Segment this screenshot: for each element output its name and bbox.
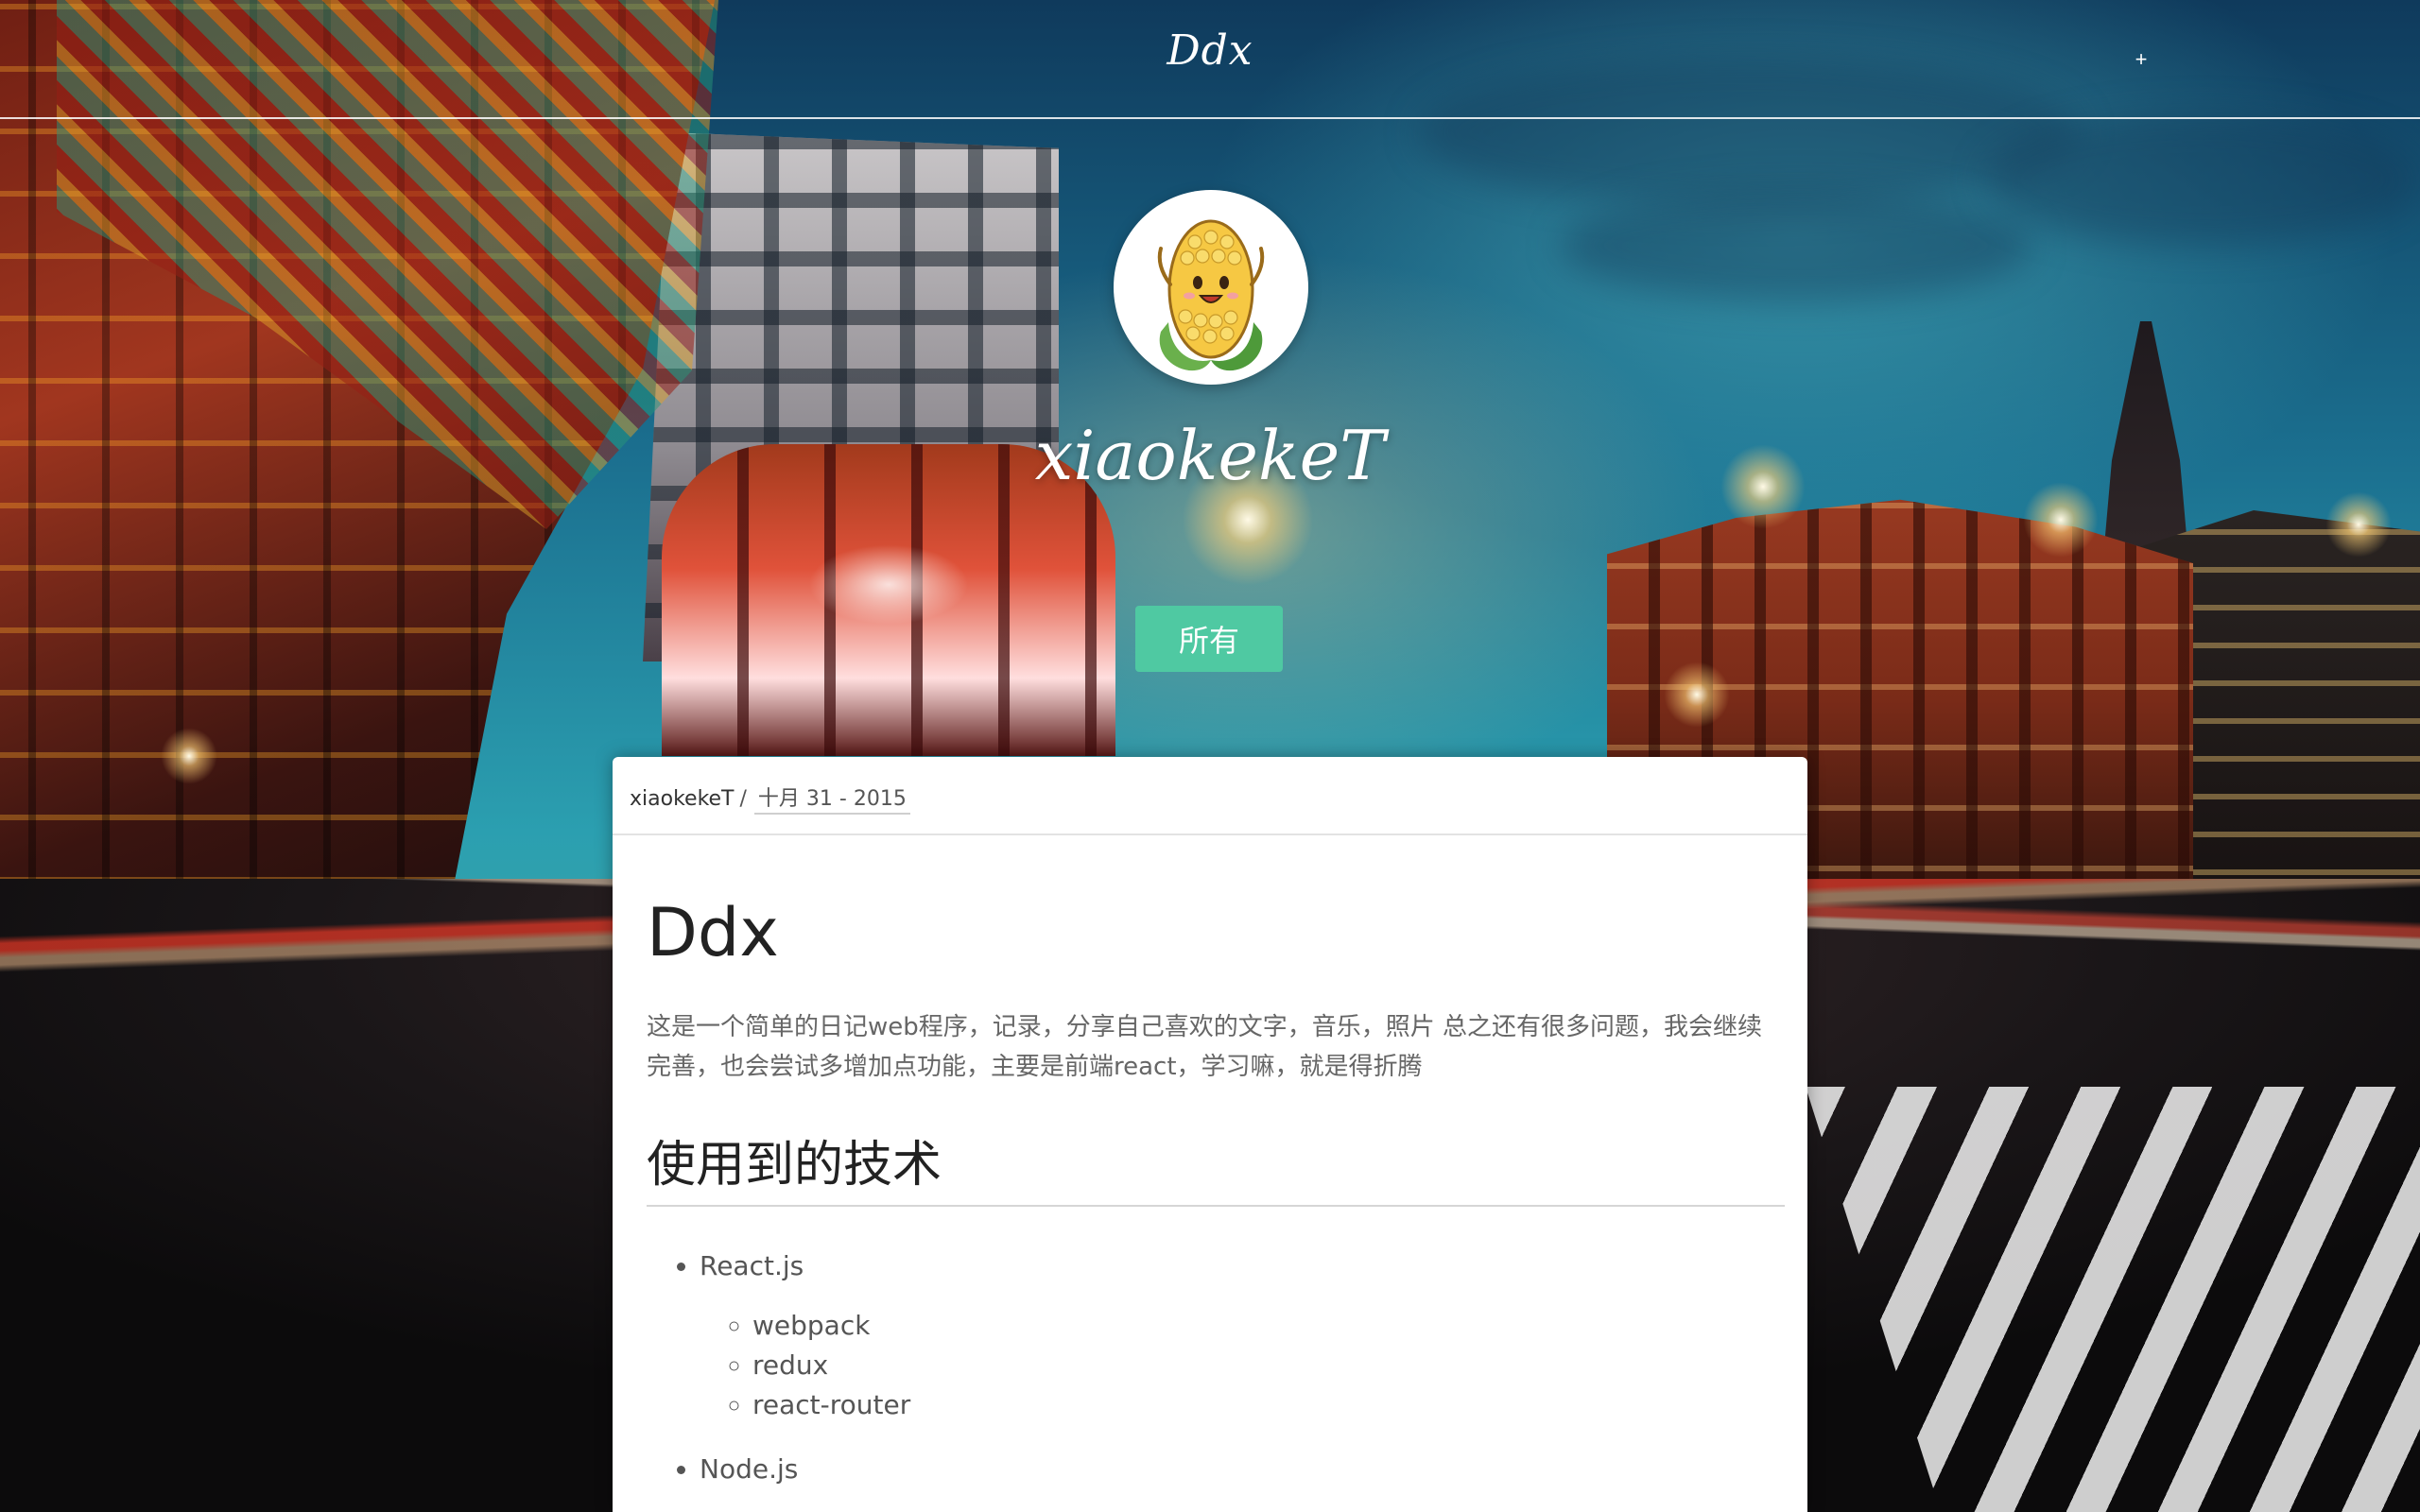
- light-flare: [2325, 491, 2392, 558]
- light-flare: [161, 728, 217, 784]
- tech-list: React.js webpack redux react-router Node…: [647, 1250, 1785, 1485]
- sub-list-item: react-router: [752, 1385, 1785, 1425]
- post-title: Ddx: [647, 894, 779, 971]
- avatar: [1114, 190, 1308, 385]
- light-flare: [2023, 482, 2099, 558]
- post-card: xiaokekeT / 十月 31 - 2015 Ddx 这是一个简单的日记web程…: [613, 757, 1807, 1512]
- cloud: [1985, 113, 2420, 246]
- post-author[interactable]: xiaokekeT: [630, 787, 735, 811]
- site-title[interactable]: Ddx: [1115, 26, 1305, 75]
- profile-username[interactable]: xiaokekeT: [926, 416, 1494, 495]
- sub-list-item: webpack: [752, 1306, 1785, 1346]
- post-paragraph: 这是一个简单的日记web程序，记录，分享自己喜欢的文字，音乐，照片 总之还有很多…: [647, 1013, 1763, 1081]
- sub-list: webpack redux react-router: [700, 1306, 1785, 1425]
- filter-all-button[interactable]: 所有: [1135, 606, 1283, 672]
- top-navbar: Ddx +: [0, 0, 2420, 119]
- meta-separator: /: [739, 787, 747, 811]
- section-heading: 使用到的技术: [647, 1125, 1785, 1207]
- list-item-label: Node.js: [700, 1453, 799, 1485]
- sub-list-item: redux: [752, 1346, 1785, 1385]
- post-meta: xiaokekeT / 十月 31 - 2015: [613, 757, 1807, 835]
- list-item-label: React.js: [700, 1250, 804, 1281]
- corn-mascot-icon: [1157, 219, 1265, 371]
- light-flare: [1720, 444, 1806, 529]
- post-date: 十月 31 - 2015: [753, 787, 910, 815]
- add-post-button[interactable]: +: [2127, 45, 2155, 74]
- list-item: React.js webpack redux react-router: [700, 1250, 1785, 1425]
- list-item: Node.js: [700, 1453, 1785, 1485]
- cloud: [1560, 189, 2032, 302]
- post-body: Ddx 这是一个简单的日记web程序，记录，分享自己喜欢的文字，音乐，照片 总之…: [613, 894, 1807, 1485]
- light-flare: [1664, 662, 1730, 728]
